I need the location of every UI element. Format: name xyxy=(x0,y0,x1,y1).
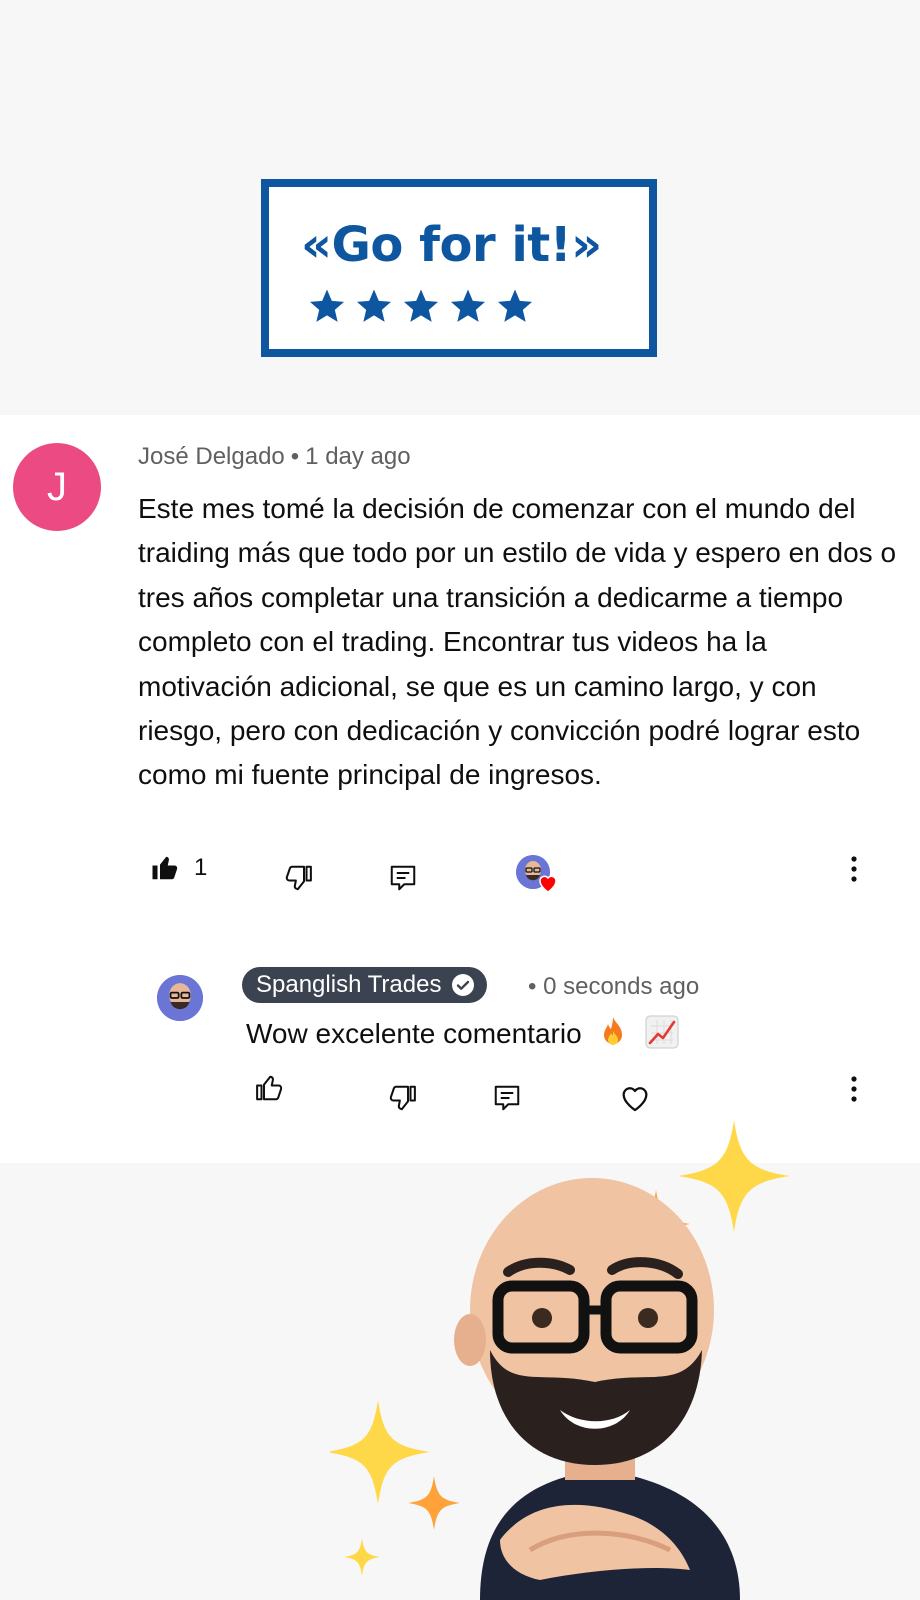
like-count: 1 xyxy=(194,854,208,881)
comment-actions: 1 xyxy=(0,853,920,913)
memoji-sticker xyxy=(330,1120,790,1600)
heart-button[interactable] xyxy=(618,1081,652,1115)
sticker-text: «Go for it!» xyxy=(301,217,602,273)
star-icon xyxy=(451,289,485,322)
more-vert-icon xyxy=(851,856,857,882)
reply-dislike-button[interactable] xyxy=(388,1083,418,1113)
reply-icon xyxy=(390,865,416,891)
reply-text-line: Wow excelente comentario xyxy=(246,1015,679,1056)
star-icon xyxy=(498,289,532,322)
more-vert-icon xyxy=(851,1076,857,1102)
comment-meta: José Delgado • 1 day ago xyxy=(138,443,411,471)
thumbs-up-filled-icon xyxy=(152,856,178,880)
channel-name: Spanglish Trades xyxy=(256,971,442,998)
reply-reply-button[interactable] xyxy=(492,1083,522,1113)
sticker-stars xyxy=(307,287,535,327)
reply-text: Wow excelente comentario xyxy=(246,1017,582,1049)
channel-avatar[interactable] xyxy=(157,975,203,1021)
meta-separator: • xyxy=(290,443,300,470)
comment-time: 1 day ago xyxy=(305,443,411,470)
comment-text: Este mes tomé la decisión de comenzar co… xyxy=(138,493,897,791)
fire-emoji xyxy=(597,1015,629,1056)
comment-card: J José Delgado • 1 day ago Este mes tomé l… xyxy=(0,415,920,1163)
star-icon xyxy=(404,289,438,322)
star-icon xyxy=(310,289,344,322)
author-name[interactable]: José Delgado xyxy=(138,443,285,470)
thumbs-down-icon xyxy=(389,1085,416,1111)
author-avatar[interactable]: J xyxy=(13,443,101,531)
channel-name-chip[interactable]: Spanglish Trades xyxy=(242,967,488,1003)
dislike-button[interactable] xyxy=(284,863,314,893)
like-button[interactable]: 1 xyxy=(150,853,207,883)
star-icon xyxy=(357,289,391,322)
heart-filled-icon xyxy=(539,875,557,893)
thumbs-up-icon xyxy=(256,1075,283,1101)
memoji-face-icon xyxy=(157,975,203,1021)
reply-meta: • 0 seconds ago xyxy=(528,973,699,1001)
verified-check-icon xyxy=(452,974,475,996)
reply-icon xyxy=(494,1085,520,1111)
reply-like-button[interactable] xyxy=(254,1073,284,1103)
chart-increasing-emoji xyxy=(645,1015,679,1056)
reply-more-button[interactable] xyxy=(850,1075,858,1103)
reply-button[interactable] xyxy=(388,863,418,893)
comment-more-button[interactable] xyxy=(850,855,858,883)
reply-time: 0 seconds ago xyxy=(543,973,700,1000)
heart-icon xyxy=(622,1087,648,1112)
thumbs-down-icon xyxy=(285,865,312,891)
meta-separator: • xyxy=(528,973,537,1000)
creator-heart-badge[interactable] xyxy=(516,855,564,895)
go-for-it-sticker: «Go for it!» xyxy=(261,179,657,357)
